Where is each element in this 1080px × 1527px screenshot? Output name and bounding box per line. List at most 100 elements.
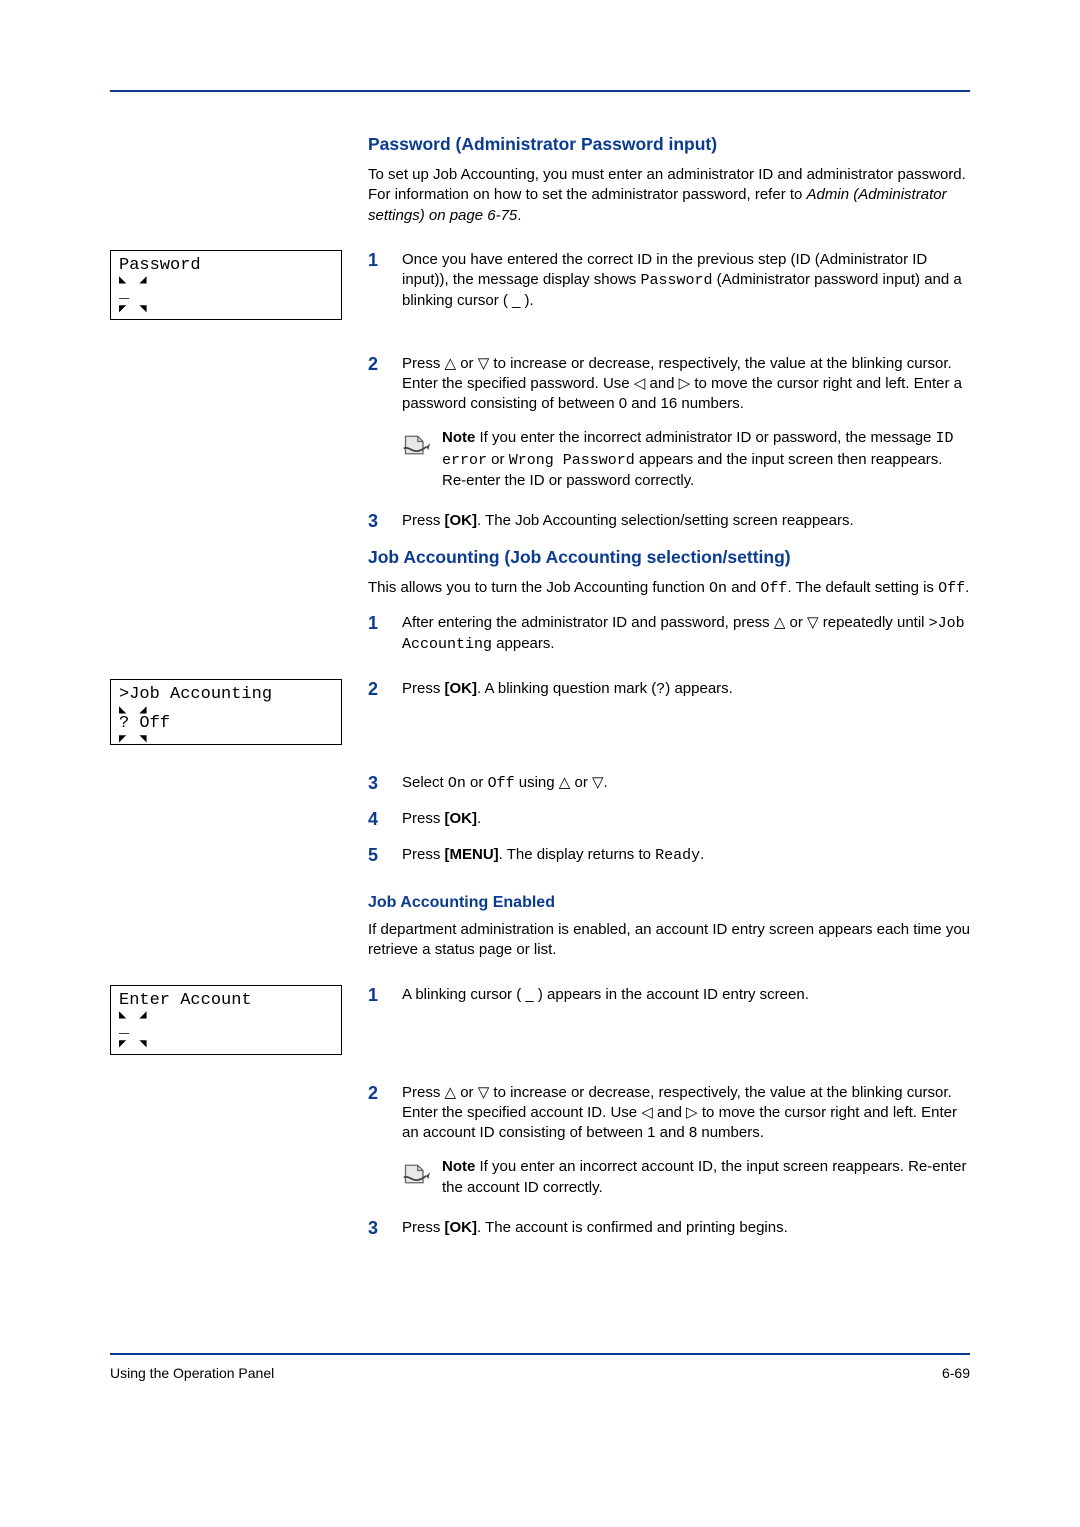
text: or (487, 451, 509, 468)
footer-left: Using the Operation Panel (110, 1365, 274, 1381)
footer: Using the Operation Panel 6-69 (110, 1365, 970, 1381)
paragraph: This allows you to turn the Job Accounti… (368, 578, 970, 599)
lcd-line: ? Off (119, 715, 333, 734)
step: 2 Press [OK]. A blinking question mark (… (368, 679, 970, 701)
step: 3 Press [OK]. The account is confirmed a… (368, 1218, 970, 1240)
chevron-indicator: ◤ ◥ (119, 304, 333, 314)
text: Select (402, 774, 448, 791)
top-rule (110, 90, 970, 92)
step-number: 3 (368, 511, 386, 533)
code-text: Off (760, 580, 787, 597)
step-number: 2 (368, 679, 386, 701)
step: 1 Once you have entered the correct ID i… (368, 250, 970, 312)
step-text: Press [OK]. A blinking question mark (?)… (402, 679, 733, 701)
note-text: Note If you enter the incorrect administ… (442, 428, 970, 491)
chevron-indicator: ◣ ◢ (119, 275, 333, 285)
step-text: Select On or Off using △ or ▽. (402, 773, 608, 795)
text: If you enter the incorrect administrator… (475, 429, 935, 446)
lcd-line: Password (119, 257, 333, 276)
code-text: Off (938, 580, 965, 597)
chevron-indicator: ◤ ◥ (119, 734, 333, 744)
text: . (700, 846, 704, 863)
code-text: ? (656, 681, 665, 698)
paragraph: If department administration is enabled,… (368, 920, 970, 961)
step: 5 Press [MENU]. The display returns to R… (368, 845, 970, 867)
step-text: Press [OK]. The Job Accounting selection… (402, 511, 854, 533)
step-number: 1 (368, 250, 386, 312)
step: 4 Press [OK]. (368, 809, 970, 831)
text: . The account is confirmed and printing … (477, 1219, 788, 1236)
text: . The default setting is (787, 579, 938, 596)
note-label: Note (442, 429, 475, 446)
code-text: Off (488, 775, 515, 792)
lcd-line: _ (119, 285, 333, 304)
section-password: Password (Administrator Password input) … (110, 134, 970, 240)
step-text: Press △ or ▽ to increase or decrease, re… (402, 1083, 970, 1144)
row: 2 Press △ or ▽ to increase or decrease, … (110, 1083, 970, 1254)
note-block: Note If you enter the incorrect administ… (402, 428, 970, 491)
note-text: Note If you enter an incorrect account I… (442, 1157, 970, 1198)
row: 2 Press △ or ▽ to increase or decrease, … (110, 354, 970, 670)
step-number: 4 (368, 809, 386, 831)
key-label: [OK] (445, 1219, 478, 1236)
step-number: 3 (368, 1218, 386, 1240)
step-text: Once you have entered the correct ID in … (402, 250, 970, 312)
step-number: 5 (368, 845, 386, 867)
text: appears. (492, 635, 555, 652)
key-label: [OK] (445, 810, 478, 827)
step-text: Press [OK]. (402, 809, 481, 831)
text: . (517, 207, 521, 224)
code-text: On (709, 580, 727, 597)
key-label: [OK] (445, 512, 478, 529)
row: Password ◣ ◢ _ ◤ ◥ 1 Once you have enter… (110, 250, 970, 326)
code-text: Wrong Password (509, 452, 635, 469)
step-text: Press [MENU]. The display returns to Rea… (402, 845, 704, 867)
bottom-rule (110, 1353, 970, 1355)
row: 3 Select On or Off using △ or ▽. 4 Press… (110, 773, 970, 974)
text: or (466, 774, 488, 791)
subsection-title: Job Accounting Enabled (368, 894, 970, 912)
lcd-display: Password ◣ ◢ _ ◤ ◥ (110, 250, 342, 320)
paragraph: To set up Job Accounting, you must enter… (368, 165, 970, 226)
code-text: Ready (655, 847, 700, 864)
row: >Job Accounting ◣ ◢ ? Off ◤ ◥ 2 Press [O… (110, 679, 970, 745)
step: 3 Press [OK]. The Job Accounting selecti… (368, 511, 970, 533)
section-title: Job Accounting (Job Accounting selection… (368, 547, 970, 568)
lcd-display: >Job Accounting ◣ ◢ ? Off ◤ ◥ (110, 679, 342, 745)
text: . The display returns to (499, 846, 655, 863)
lcd-display: Enter Account ◣ ◢ _ ◤ ◥ (110, 985, 342, 1055)
step-number: 3 (368, 773, 386, 795)
text: After entering the administrator ID and … (402, 614, 929, 631)
text: using △ or ▽. (515, 774, 608, 791)
step-number: 1 (368, 985, 386, 1007)
text: Press (402, 810, 445, 827)
page: Password (Administrator Password input) … (0, 0, 1080, 1441)
note-block: Note If you enter an incorrect account I… (402, 1157, 970, 1198)
key-label: [OK] (445, 680, 478, 697)
step: 1 A blinking cursor ( _ ) appears in the… (368, 985, 970, 1007)
chevron-indicator: ◣ ◢ (119, 1010, 333, 1020)
step: 3 Select On or Off using △ or ▽. (368, 773, 970, 795)
step-number: 2 (368, 1083, 386, 1144)
note-icon (402, 431, 430, 459)
lcd-line: _ (119, 1020, 333, 1039)
lcd-line: Enter Account (119, 992, 333, 1011)
step-text: After entering the administrator ID and … (402, 613, 970, 656)
text: ) appears. (665, 680, 733, 697)
text: If you enter an incorrect account ID, th… (442, 1158, 966, 1195)
footer-right: 6-69 (942, 1365, 970, 1381)
step-text: Press △ or ▽ to increase or decrease, re… (402, 354, 970, 415)
text: . (965, 579, 969, 596)
text: . (477, 810, 481, 827)
code-text: On (448, 775, 466, 792)
text: Press (402, 512, 445, 529)
text: Press (402, 1219, 445, 1236)
step: 2 Press △ or ▽ to increase or decrease, … (368, 1083, 970, 1144)
text: This allows you to turn the Job Accounti… (368, 579, 709, 596)
step-number: 2 (368, 354, 386, 415)
code-text: Password (640, 272, 712, 289)
text: Press (402, 846, 445, 863)
step: 1 After entering the administrator ID an… (368, 613, 970, 656)
text: and (727, 579, 760, 596)
step-text: A blinking cursor ( _ ) appears in the a… (402, 985, 809, 1007)
